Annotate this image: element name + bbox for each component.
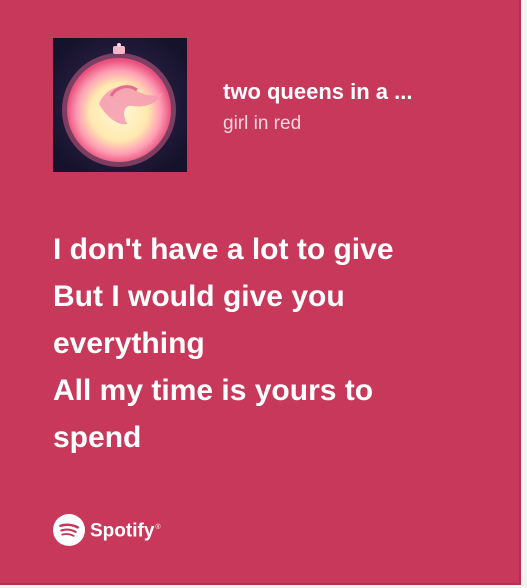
album-cover <box>53 38 187 172</box>
spotify-logo-icon <box>53 514 85 546</box>
track-title: two queens in a ... <box>223 79 413 104</box>
registered-mark: ® <box>155 524 161 532</box>
lyric-line: I don't have a lot to give <box>53 233 394 266</box>
lyric-line: All my time is yours to <box>53 374 374 407</box>
lyrics-block: I don't have a lot to give But I would g… <box>53 226 513 461</box>
spotify-branding: Spotify® <box>53 513 161 547</box>
album-cover-art <box>53 38 187 172</box>
track-artist: girl in red <box>223 113 302 134</box>
lyric-line: But I would give you <box>53 280 345 313</box>
spotify-wordmark: Spotify® <box>90 520 161 542</box>
lyrics-share-card: two queens in a ... girl in red I don't … <box>0 0 521 585</box>
lyric-line: spend <box>53 421 142 454</box>
lyric-line: everything <box>53 327 205 360</box>
